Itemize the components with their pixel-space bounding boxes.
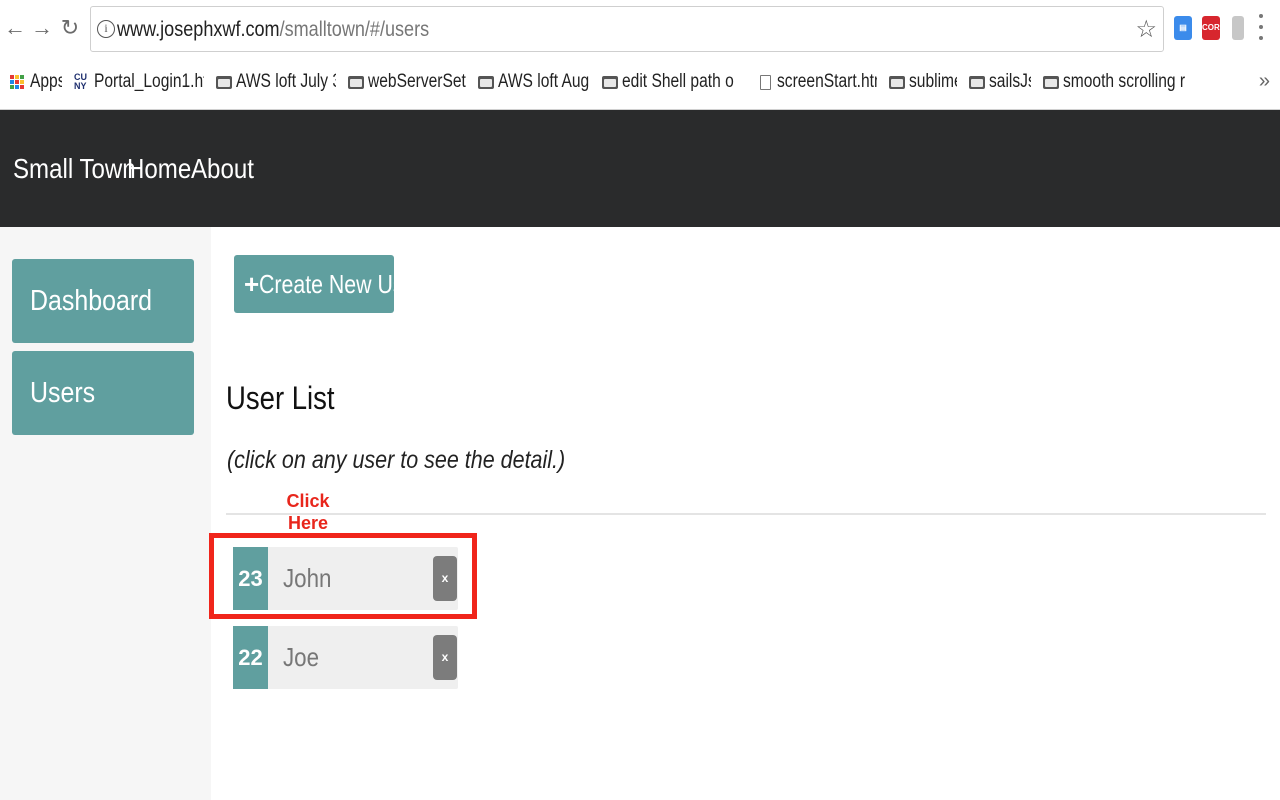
sidebar-item-label: Dashboard (30, 285, 153, 317)
divider (226, 513, 1266, 515)
user-age-badge: 22 (233, 626, 268, 689)
bookmark-folder[interactable]: AWS loft July 30 (216, 71, 336, 93)
sidebar-item-users[interactable]: Users (12, 351, 194, 435)
apps-icon (10, 75, 24, 89)
nav-about-link[interactable]: About (191, 153, 254, 185)
bookmark-folder[interactable]: webServerSetup (348, 71, 466, 93)
highlight-box-annotation (209, 533, 477, 619)
menu-dots-icon[interactable] (1256, 14, 1266, 40)
address-bar[interactable]: i www.josephxwf.com/smalltown/#/users ☆ (90, 6, 1164, 52)
forward-arrow-icon[interactable]: → (31, 14, 53, 42)
page-title: User List (226, 380, 335, 416)
folder-icon (889, 75, 905, 89)
sidebar-item-label: Users (30, 377, 96, 409)
brand-link[interactable]: Small Town (13, 153, 136, 185)
bookmark-folder[interactable]: smooth scrolling re... (1043, 71, 1185, 93)
folder-icon (969, 75, 985, 89)
nav-home-link[interactable]: Home (127, 153, 191, 185)
cors-extension-icon[interactable]: CORS (1202, 16, 1225, 40)
app-navbar: Small Town Home About (0, 110, 1280, 227)
user-list-item[interactable]: 22 Joe x (233, 626, 458, 689)
file-icon (760, 74, 771, 90)
extension-icon[interactable]: ▤ (1174, 16, 1192, 40)
bookmark-folder[interactable]: sailsJs (969, 71, 1031, 93)
browser-chrome: ← → ↻ i www.josephxwf.com/smalltown/#/us… (0, 0, 1280, 110)
reload-icon[interactable]: ↻ (59, 14, 81, 42)
create-new-user-button[interactable]: +Create New User (234, 255, 423, 313)
bookmarks-bar: Apps CUNY Portal_Login1.html AWS loft Ju… (10, 66, 1260, 98)
back-arrow-icon[interactable]: ← (4, 14, 26, 42)
url-path: /smalltown/#/users (279, 18, 430, 41)
bookmark-folder[interactable]: AWS loft Aug17 (478, 71, 590, 93)
folder-icon (216, 75, 232, 89)
url-text[interactable]: www.josephxwf.com/smalltown/#/users (117, 18, 429, 42)
bookmark-folder[interactable]: edit Shell path on... (602, 71, 734, 93)
url-host: www.josephxwf.com (117, 18, 280, 41)
folder-icon (1043, 75, 1059, 89)
plus-icon: + (244, 269, 260, 299)
user-name: Joe (283, 642, 320, 672)
sidebar: Dashboard Users (0, 227, 211, 800)
cuny-icon: CU NY (74, 72, 87, 91)
bookmark-apps[interactable]: Apps (10, 71, 62, 93)
bookmarks-overflow-chevron-icon[interactable]: » (1259, 70, 1270, 93)
bookmark-star-icon[interactable]: ☆ (1135, 15, 1157, 44)
delete-user-button[interactable]: x (433, 635, 457, 680)
folder-icon (478, 75, 494, 89)
extension-icon[interactable] (1232, 16, 1244, 40)
bookmark-file[interactable]: screenStart.html (756, 71, 877, 93)
folder-icon (348, 75, 364, 89)
bookmark-portal-login[interactable]: CUNY Portal_Login1.html (74, 71, 204, 93)
sidebar-item-dashboard[interactable]: Dashboard (12, 259, 194, 343)
create-new-user-label: Create New User (259, 269, 423, 299)
info-icon[interactable]: i (97, 20, 115, 38)
folder-icon (602, 75, 618, 89)
click-here-annotation: Click Here (286, 491, 330, 533)
page-subtitle: (click on any user to see the detail.) (227, 446, 566, 474)
bookmark-folder[interactable]: sublime (889, 71, 957, 93)
